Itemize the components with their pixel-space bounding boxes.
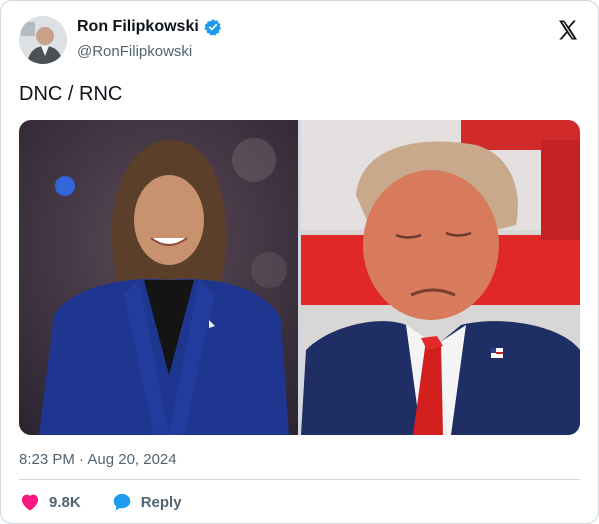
- avatar[interactable]: [19, 16, 67, 64]
- like-count: 9.8K: [49, 493, 81, 511]
- x-logo-icon[interactable]: [556, 18, 580, 42]
- speech-bubble-icon: [111, 491, 133, 513]
- divider: [19, 479, 580, 480]
- author-name[interactable]: Ron Filipkowski: [77, 18, 199, 36]
- like-button[interactable]: 9.8K: [19, 491, 81, 513]
- action-bar: 9.8K Reply: [19, 491, 182, 513]
- reply-label: Reply: [140, 493, 182, 511]
- media-photo-left[interactable]: [19, 120, 298, 435]
- verified-badge-icon: [204, 18, 222, 36]
- tweet-card: Ron Filipkowski @RonFilipkowski DNC / RN…: [0, 0, 599, 524]
- author-name-row[interactable]: Ron Filipkowski: [77, 18, 222, 36]
- tweet-timestamp[interactable]: 8:23 PM · Aug 20, 2024: [19, 451, 177, 468]
- heart-icon: [19, 491, 41, 513]
- reply-button[interactable]: Reply: [111, 491, 182, 513]
- author-handle[interactable]: @RonFilipkowski: [77, 43, 192, 60]
- tweet-media[interactable]: [19, 120, 580, 435]
- tweet-text: DNC / RNC: [19, 83, 123, 105]
- media-photo-right[interactable]: [301, 120, 580, 435]
